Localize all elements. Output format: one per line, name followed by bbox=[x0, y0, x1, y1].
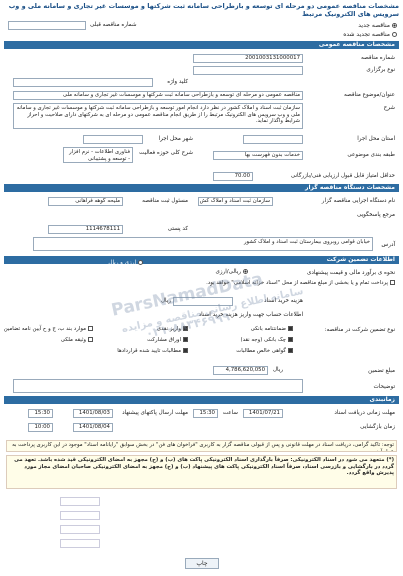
option-check[interactable]: چک بانکی (وجه نقد) bbox=[241, 337, 293, 343]
old-number-input[interactable] bbox=[8, 21, 86, 30]
radio-icon bbox=[392, 32, 397, 37]
postal-field: 1114678111 bbox=[48, 225, 123, 234]
org-name-field: سازمان ثبت اسناد و املاک کش bbox=[198, 197, 273, 206]
resp-label: مسئول ثبت مناقصه bbox=[142, 198, 188, 204]
radio-icon bbox=[392, 23, 397, 28]
checkbox-icon bbox=[88, 337, 93, 342]
radio-icon bbox=[138, 260, 143, 265]
open-time: 10:00 bbox=[28, 423, 53, 432]
radio-arzi[interactable]: ارزی و ریال bbox=[108, 260, 143, 266]
empty-field-3 bbox=[60, 525, 100, 534]
desc-label: شرح bbox=[383, 105, 395, 111]
envelope-note: (*) متعهد می شود در اسناد الکترونیکی: صر… bbox=[6, 455, 397, 489]
activity-label: شرح کلی حوزه فعالیت bbox=[139, 150, 193, 156]
send-time: 15:30 bbox=[28, 409, 53, 418]
print-button[interactable]: چاپ bbox=[185, 558, 219, 569]
checkbox-icon bbox=[288, 348, 293, 353]
rial-unit-2: ریال bbox=[272, 367, 283, 373]
amount-field: 4,786,620,050 bbox=[213, 366, 268, 375]
section-header-org: مشخصات دستگاه مناقصه گزار bbox=[4, 184, 399, 192]
checkbox-icon bbox=[88, 326, 93, 331]
keyword-input[interactable] bbox=[13, 78, 153, 87]
page-title: مشخصات مناقصه عمومی دو مرحله ای توسعه و … bbox=[8, 2, 399, 18]
postal-label: کد پستی bbox=[167, 226, 188, 232]
activity-field: فناوری اطلاعات - نرم افزار - توسعه و پشت… bbox=[63, 147, 133, 163]
tender-number: 2001003131000017 bbox=[193, 54, 303, 63]
pub-label: مهلت زمانی دریافت اسناد bbox=[334, 410, 395, 416]
class-label: طبقه بندی موضوعی bbox=[347, 152, 395, 158]
option-bank-guarantee[interactable]: ضمانتنامه بانکی bbox=[251, 326, 293, 332]
resp-field: ملیحه گوهه فراهانی bbox=[48, 197, 123, 206]
type-field bbox=[193, 66, 303, 75]
renewed-tender-radio[interactable]: مناقصه تجدید شده bbox=[343, 31, 397, 38]
checkbox-icon bbox=[183, 348, 188, 353]
ref-label: مرجع پاسخگویی bbox=[356, 212, 395, 218]
guarantee-type-label: نوع تضمین شرکت در مناقصه: bbox=[324, 327, 395, 333]
number-label: شماره مناقصه bbox=[361, 55, 395, 61]
checkbox-icon bbox=[288, 326, 293, 331]
option-regulation[interactable]: موارد بند ب، ج و ح آیین نامه تضامین bbox=[4, 326, 93, 332]
province-select[interactable] bbox=[243, 135, 303, 144]
type-label: نوع برگزاری bbox=[366, 67, 395, 73]
section-header-schedule: زمانبندی bbox=[4, 396, 399, 404]
city-label: شهر محل اجرا bbox=[158, 136, 193, 142]
empty-field-4 bbox=[60, 539, 100, 548]
keyword-label: کلید واژه bbox=[167, 79, 188, 85]
empty-field-2 bbox=[60, 511, 100, 520]
new-tender-radio[interactable]: مناقصه جدید bbox=[358, 22, 397, 29]
option-contract-claims[interactable]: مطالبات تایید شده قراردادها bbox=[117, 348, 188, 354]
account-desc-field bbox=[13, 379, 303, 393]
amount-label: مبلغ تضمین bbox=[368, 368, 395, 374]
open-label: زمان بازگشایی bbox=[360, 424, 395, 430]
city-select[interactable] bbox=[83, 135, 143, 144]
checkbox-icon bbox=[183, 337, 188, 342]
desc-field: سازمان ثبت اسناد و املاک کشور در نظر دار… bbox=[13, 103, 303, 129]
subject-field: مناقصه عمومی دو مرحله ای توسعه و بازطراح… bbox=[13, 91, 303, 100]
option-property[interactable]: وثیقه ملکی bbox=[61, 337, 93, 343]
account-desc-label: توضیحات bbox=[373, 384, 395, 390]
org-name-label: نام دستگاه اجرایی مناقصه گزار bbox=[321, 198, 395, 204]
send-date: 1401/08/03 bbox=[73, 409, 113, 418]
min-score-field: 70.00 bbox=[213, 172, 253, 181]
section-header-general: مشخصات مناقصه عمومی bbox=[4, 41, 399, 49]
pub-time: 15:30 bbox=[193, 409, 218, 418]
addr-label: آدرس bbox=[381, 242, 395, 248]
open-date: 1401/08/04 bbox=[73, 423, 113, 432]
docs-note: توجه: تاکید گرامی، دریافت اسناد در مهلت … bbox=[6, 440, 397, 452]
province-label: استان محل اجرا bbox=[357, 136, 395, 142]
subject-label: عنوان/موضوع مناقصه bbox=[343, 92, 395, 98]
estimate-label: نحوه ی برآورد مالی و قیمت پیشنهادی bbox=[306, 270, 395, 276]
option-net-claims[interactable]: گواهی خالص مطالبات bbox=[236, 348, 293, 354]
pub-date: 1401/07/21 bbox=[243, 409, 283, 418]
checkbox-icon bbox=[390, 280, 395, 285]
send-label: مهلت ارسال پاکتهای پیشنهاد bbox=[122, 410, 188, 416]
section-header-guarantee: اطلاعات تضمین شرکت bbox=[4, 256, 399, 264]
checkbox-icon bbox=[288, 337, 293, 342]
old-number-label: شماره مناقصه قبلی bbox=[90, 22, 137, 28]
addr-field: خیابان قوامی روبروی بیمارستان ثبت اسناد … bbox=[33, 237, 373, 251]
min-score-label: حداقل امتیاز قابل قبول ارزیابی فنی/بازرگ… bbox=[290, 173, 395, 179]
empty-field-1 bbox=[60, 497, 100, 506]
time-label: ساعت bbox=[222, 410, 238, 416]
class-field: خدمات بدون فهرست بها bbox=[213, 151, 303, 160]
